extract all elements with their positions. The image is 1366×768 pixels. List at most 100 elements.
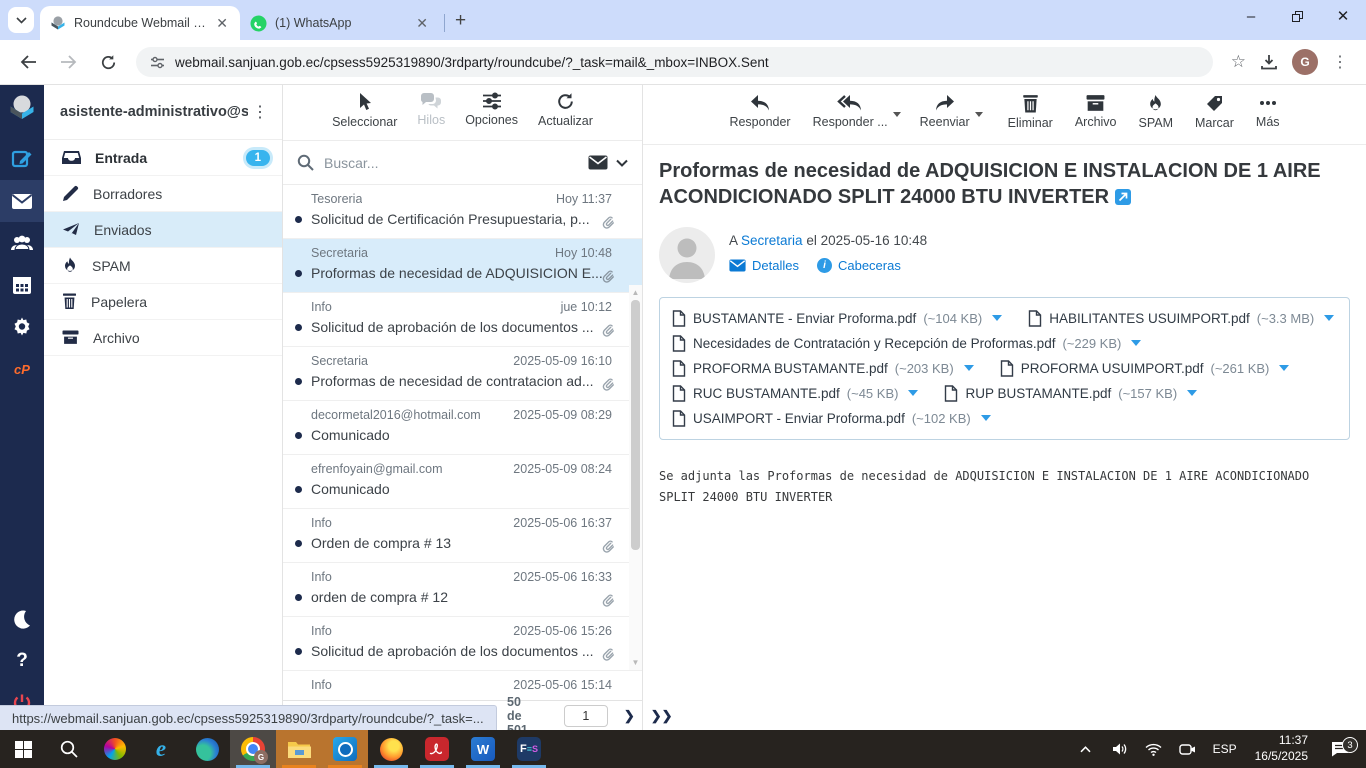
settings-nav-icon[interactable]	[0, 306, 44, 348]
search-options-chevron-icon[interactable]	[616, 159, 628, 167]
options-button[interactable]: Opciones	[465, 92, 518, 127]
last-page-icon[interactable]: ❯❯	[651, 708, 673, 724]
details-link[interactable]: Detalles	[729, 258, 799, 273]
list-item[interactable]: Info 2025-05-06 16:33 orden de compra # 1…	[283, 563, 642, 617]
language-indicator[interactable]: ESP	[1207, 742, 1243, 756]
tab-close-icon[interactable]: ✕	[414, 16, 430, 30]
mark-button[interactable]: Marcar	[1195, 94, 1234, 130]
copilot-button[interactable]	[92, 730, 138, 768]
archive-button[interactable]: Archivo	[1075, 94, 1117, 129]
list-item[interactable]: Info 2025-05-06 15:14	[283, 671, 642, 700]
attachment-item[interactable]: BUSTAMANTE - Enviar Proforma.pdf (~104 KB…	[672, 310, 1003, 327]
bookmark-star-icon[interactable]: ☆	[1231, 52, 1246, 72]
open-in-new-window-icon[interactable]	[1115, 186, 1132, 212]
cpanel-icon[interactable]: cP	[0, 348, 44, 390]
tab-roundcube[interactable]: Roundcube Webmail :: Enviados ✕	[40, 6, 240, 40]
forward-button[interactable]	[52, 46, 84, 78]
attachment-menu-caret-icon[interactable]	[908, 390, 919, 397]
minimize-button[interactable]: –	[1228, 0, 1274, 32]
downloads-icon[interactable]	[1260, 54, 1278, 71]
page-input[interactable]	[563, 704, 608, 727]
sidebar-item-archivo[interactable]: Archivo	[44, 320, 282, 356]
browser-menu-icon[interactable]: ⋮	[1332, 52, 1348, 72]
firefox-button[interactable]	[368, 730, 414, 768]
tab-search-button[interactable]	[8, 7, 34, 33]
reply-all-caret-icon[interactable]	[892, 112, 901, 117]
contacts-nav-icon[interactable]	[0, 222, 44, 264]
more-button[interactable]: Más	[1256, 94, 1280, 129]
taskbar-search-button[interactable]	[46, 730, 92, 768]
restore-button[interactable]	[1274, 0, 1320, 32]
spam-button[interactable]: SPAM	[1139, 94, 1173, 130]
forward-caret-icon[interactable]	[974, 112, 983, 117]
attachment-item[interactable]: USAIMPORT - Enviar Proforma.pdf (~102 KB)	[672, 410, 991, 427]
help-icon[interactable]: ?	[0, 640, 44, 682]
reload-button[interactable]	[92, 46, 124, 78]
file-explorer-button[interactable]	[276, 730, 322, 768]
attachment-item[interactable]: Necesidades de Contratación y Recepción …	[672, 335, 1142, 352]
word-button[interactable]: W	[460, 730, 506, 768]
attachment-menu-caret-icon[interactable]	[1131, 340, 1142, 347]
outlook-button[interactable]	[322, 730, 368, 768]
new-tab-button[interactable]: +	[449, 10, 476, 40]
address-bar[interactable]: webmail.sanjuan.gob.ec/cpsess5925319890/…	[136, 47, 1213, 77]
list-item[interactable]: Info jue 10:12 Solicitud de aprobación de…	[283, 293, 642, 347]
list-item[interactable]: Tesoreria Hoy 11:37 Solicitud de Certific…	[283, 185, 642, 239]
sidebar-item-papelera[interactable]: Papelera	[44, 284, 282, 320]
taskbar-clock[interactable]: 11:37 16/5/2025	[1247, 733, 1316, 764]
back-button[interactable]	[12, 46, 44, 78]
volume-icon[interactable]	[1105, 742, 1135, 756]
calendar-nav-icon[interactable]	[0, 264, 44, 306]
compose-button[interactable]	[0, 138, 44, 180]
start-button[interactable]	[0, 730, 46, 768]
search-scope-mail-icon[interactable]	[588, 155, 608, 170]
next-page-icon[interactable]: ❯	[624, 708, 635, 724]
attachment-menu-caret-icon[interactable]	[992, 315, 1003, 322]
sidebar-item-enviados[interactable]: Enviados	[44, 212, 282, 248]
attachment-menu-caret-icon[interactable]	[1324, 315, 1335, 322]
sidebar-item-borradores[interactable]: Borradores	[44, 176, 282, 212]
account-menu-icon[interactable]: ⋮	[248, 102, 272, 122]
list-item[interactable]: Info 2025-05-06 16:37 Orden de compra # 1…	[283, 509, 642, 563]
reply-all-button[interactable]: Responder ...	[813, 94, 901, 129]
threads-button[interactable]: Hilos	[417, 92, 445, 127]
acrobat-button[interactable]	[414, 730, 460, 768]
site-settings-icon[interactable]	[150, 55, 165, 70]
sidebar-item-spam[interactable]: SPAM	[44, 248, 282, 284]
attachment-item[interactable]: RUP BUSTAMANTE.pdf (~157 KB)	[944, 385, 1198, 402]
list-item[interactable]: decormetal2016@hotmail.com 2025-05-09 08:…	[283, 401, 642, 455]
wifi-icon[interactable]	[1139, 743, 1169, 756]
dark-mode-icon[interactable]	[0, 598, 44, 640]
internet-explorer-button[interactable]: e	[138, 730, 184, 768]
attachment-item[interactable]: PROFORMA USUIMPORT.pdf (~261 KB)	[1000, 360, 1290, 377]
select-button[interactable]: Seleccionar	[332, 92, 397, 129]
tray-chevron-icon[interactable]	[1071, 745, 1101, 753]
list-item-selected[interactable]: Secretaria Hoy 10:48 Proformas de necesid…	[283, 239, 642, 293]
action-center-button[interactable]: 3	[1320, 737, 1360, 757]
attachment-item[interactable]: PROFORMA BUSTAMANTE.pdf (~203 KB)	[672, 360, 974, 377]
browser-profile-avatar[interactable]: G	[1292, 49, 1318, 75]
forward-button[interactable]: Reenviar	[920, 94, 983, 129]
attachment-menu-caret-icon[interactable]	[1187, 390, 1198, 397]
reply-button[interactable]: Responder	[729, 94, 791, 129]
meet-now-icon[interactable]	[1173, 743, 1203, 756]
list-item[interactable]: Secretaria 2025-05-09 16:10 Proformas de …	[283, 347, 642, 401]
delete-button[interactable]: Eliminar	[1008, 94, 1053, 130]
edge-button[interactable]	[184, 730, 230, 768]
close-window-button[interactable]: ✕	[1320, 0, 1366, 32]
refresh-button[interactable]: Actualizar	[538, 92, 593, 128]
attachment-menu-caret-icon[interactable]	[1279, 365, 1290, 372]
tab-close-icon[interactable]: ✕	[214, 16, 230, 30]
list-item[interactable]: Info 2025-05-06 15:26 Solicitud de aproba…	[283, 617, 642, 671]
attachment-menu-caret-icon[interactable]	[980, 415, 991, 422]
list-scrollbar[interactable]: ▲ ▼	[629, 285, 642, 670]
headers-link[interactable]: i Cabeceras	[816, 257, 901, 273]
attachment-item[interactable]: RUC BUSTAMANTE.pdf (~45 KB)	[672, 385, 919, 402]
chrome-taskbar-button[interactable]: G	[230, 730, 276, 768]
mail-nav-icon[interactable]	[0, 180, 44, 222]
tab-whatsapp[interactable]: (1) WhatsApp ✕	[240, 6, 440, 40]
attachment-item[interactable]: HABILITANTES USUIMPORT.pdf (~3.3 MB)	[1028, 310, 1335, 327]
list-item[interactable]: efrenfoyain@gmail.com 2025-05-09 08:24 Co…	[283, 455, 642, 509]
fes-app-button[interactable]: F ≡ S	[506, 730, 552, 768]
attachment-menu-caret-icon[interactable]	[963, 365, 974, 372]
